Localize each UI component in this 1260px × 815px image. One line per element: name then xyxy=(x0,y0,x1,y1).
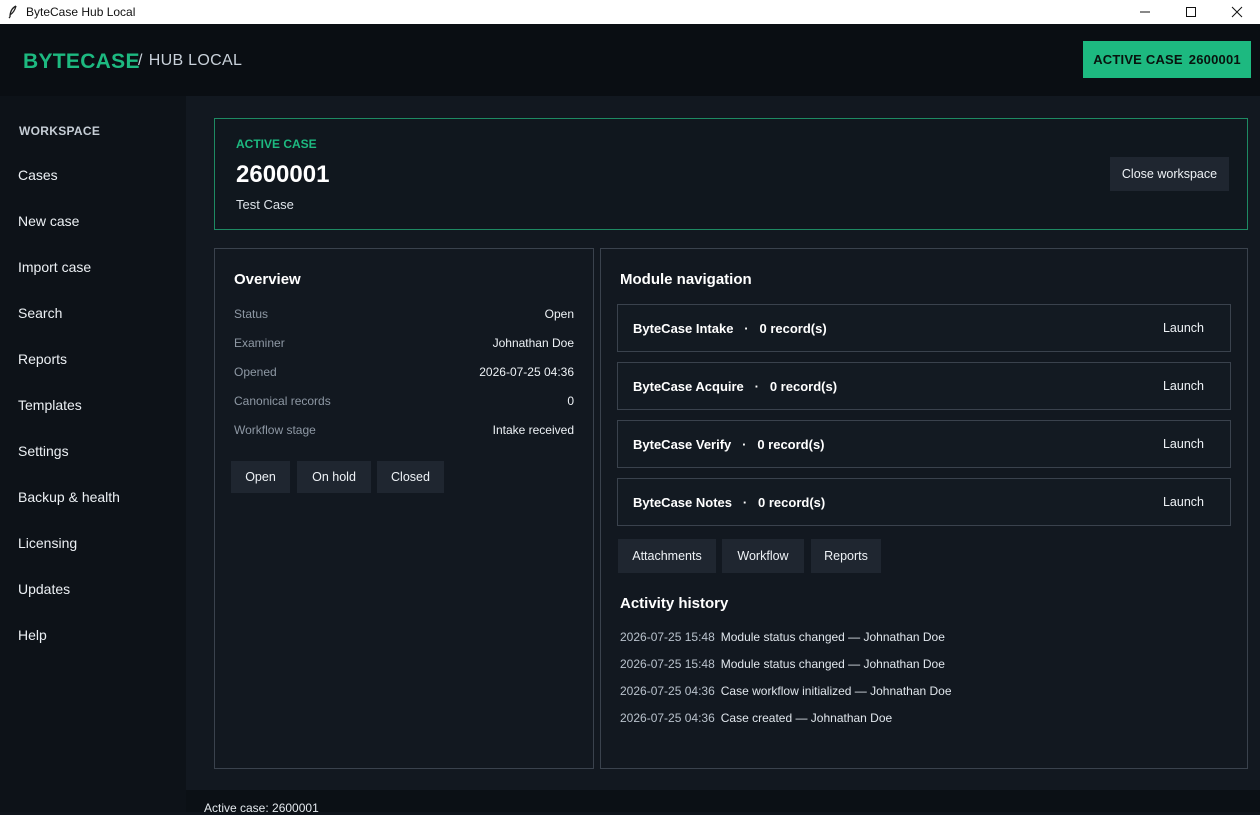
overview-row-opened: Opened 2026-07-25 04:36 xyxy=(234,365,574,379)
module-row-acquire: ByteCase Acquire · 0 record(s) Launch xyxy=(617,362,1231,410)
module-name: ByteCase Acquire xyxy=(633,379,744,394)
reports-button[interactable]: Reports xyxy=(811,539,881,573)
attachments-button[interactable]: Attachments xyxy=(618,539,716,573)
module-navigation-title: Module navigation xyxy=(620,271,752,288)
module-label: ByteCase Acquire · 0 record(s) xyxy=(633,379,837,394)
module-name: ByteCase Verify xyxy=(633,437,732,452)
module-row-intake: ByteCase Intake · 0 record(s) Launch xyxy=(617,304,1231,352)
overview-value: Open xyxy=(544,307,574,321)
overview-key: Opened xyxy=(234,365,277,379)
sidebar-item-settings[interactable]: Settings xyxy=(18,443,69,459)
launch-intake-button[interactable]: Launch xyxy=(1163,321,1204,335)
active-case-card: ACTIVE CASE 2600001 Test Case Close work… xyxy=(214,118,1248,230)
overview-key: Canonical records xyxy=(234,394,331,408)
app-header: BYTECASE / HUB LOCAL ACTIVE CASE 2600001 xyxy=(0,24,1260,96)
overview-key: Workflow stage xyxy=(234,423,316,437)
status-bar: Active case: 2600001 xyxy=(186,790,1260,815)
window-title: ByteCase Hub Local xyxy=(26,5,136,19)
activity-item: 2026-07-25 04:36 Case workflow initialize… xyxy=(620,684,952,698)
sidebar-item-cases[interactable]: Cases xyxy=(18,167,58,183)
overview-value: 2026-07-25 04:36 xyxy=(479,365,574,379)
sidebar: WORKSPACE Cases New case Import case Sea… xyxy=(0,96,186,812)
activity-item: 2026-07-25 15:48 Module status changed — … xyxy=(620,657,945,671)
activity-time: 2026-07-25 15:48 xyxy=(620,657,715,671)
activity-text: Case workflow initialized — Johnathan Do… xyxy=(720,684,952,698)
module-name: ByteCase Notes xyxy=(633,495,732,510)
module-records: 0 record(s) xyxy=(757,437,825,452)
activity-text: Module status changed — Johnathan Doe xyxy=(720,657,945,671)
active-case-badge: ACTIVE CASE 2600001 xyxy=(1083,41,1251,78)
window-titlebar: ByteCase Hub Local xyxy=(0,0,1260,24)
launch-verify-button[interactable]: Launch xyxy=(1163,437,1204,451)
module-label: ByteCase Intake · 0 record(s) xyxy=(633,321,827,336)
module-separator: · xyxy=(744,321,749,336)
overview-value: Intake received xyxy=(492,423,574,437)
overview-key: Status xyxy=(234,307,269,321)
module-navigation-panel: Module navigation ByteCase Intake · 0 re… xyxy=(600,248,1248,769)
sidebar-item-backup-health[interactable]: Backup & health xyxy=(18,489,120,505)
activity-time: 2026-07-25 04:36 xyxy=(620,711,715,725)
launch-acquire-button[interactable]: Launch xyxy=(1163,379,1204,393)
overview-value: 0 xyxy=(567,394,574,408)
sidebar-section-label: WORKSPACE xyxy=(19,124,101,138)
overview-row-workflow-stage: Workflow stage Intake received xyxy=(234,423,574,437)
overview-panel: Overview Status Open Examiner Johnathan … xyxy=(214,248,594,769)
sidebar-item-import-case[interactable]: Import case xyxy=(18,259,91,275)
overview-value: Johnathan Doe xyxy=(492,336,574,350)
feather-icon xyxy=(4,3,22,21)
minimize-icon xyxy=(1140,11,1150,13)
activity-item: 2026-07-25 15:48 Module status changed — … xyxy=(620,630,945,644)
brand-logo: BYTECASE xyxy=(23,50,140,73)
status-bar-text: Active case: 2600001 xyxy=(204,801,319,815)
sidebar-item-updates[interactable]: Updates xyxy=(18,581,70,597)
status-on-hold-button[interactable]: On hold xyxy=(297,461,371,493)
module-separator: · xyxy=(742,437,747,452)
overview-row-status: Status Open xyxy=(234,307,574,321)
close-window-button[interactable] xyxy=(1214,0,1260,24)
active-case-badge-value: 2600001 xyxy=(1188,52,1241,67)
module-records: 0 record(s) xyxy=(759,321,827,336)
activity-text: Module status changed — Johnathan Doe xyxy=(720,630,945,644)
brand-separator: / xyxy=(138,52,143,69)
module-row-verify: ByteCase Verify · 0 record(s) Launch xyxy=(617,420,1231,468)
sidebar-item-search[interactable]: Search xyxy=(18,305,62,321)
case-name: Test Case xyxy=(236,197,294,212)
overview-row-examiner: Examiner Johnathan Doe xyxy=(234,336,574,350)
close-workspace-button[interactable]: Close workspace xyxy=(1110,157,1229,191)
module-label: ByteCase Notes · 0 record(s) xyxy=(633,495,825,510)
module-separator: · xyxy=(742,495,748,510)
brand-subtitle-text: HUB LOCAL xyxy=(148,52,243,69)
status-closed-button[interactable]: Closed xyxy=(377,461,444,493)
activity-text: Case created — Johnathan Doe xyxy=(720,711,893,725)
launch-notes-button[interactable]: Launch xyxy=(1163,495,1204,509)
sidebar-item-new-case[interactable]: New case xyxy=(18,213,79,229)
module-name: ByteCase Intake xyxy=(633,321,734,336)
module-separator: · xyxy=(754,379,759,394)
close-icon xyxy=(1231,6,1243,18)
activity-history-title: Activity history xyxy=(620,595,729,612)
overview-key: Examiner xyxy=(234,336,285,350)
module-row-notes: ByteCase Notes · 0 record(s) Launch xyxy=(617,478,1231,526)
activity-time: 2026-07-25 04:36 xyxy=(620,684,715,698)
sidebar-item-templates[interactable]: Templates xyxy=(18,397,82,413)
overview-title: Overview xyxy=(234,271,301,288)
case-id: 2600001 xyxy=(236,161,330,188)
sidebar-item-reports[interactable]: Reports xyxy=(18,351,67,367)
brand-subtitle: / HUB LOCAL xyxy=(138,52,242,70)
active-case-eyebrow: ACTIVE CASE xyxy=(236,137,317,151)
maximize-button[interactable] xyxy=(1168,0,1214,24)
activity-item: 2026-07-25 04:36 Case created — Johnathan… xyxy=(620,711,892,725)
overview-row-canonical-records: Canonical records 0 xyxy=(234,394,574,408)
sidebar-item-licensing[interactable]: Licensing xyxy=(18,535,77,551)
active-case-badge-label: ACTIVE CASE xyxy=(1093,52,1183,67)
module-records: 0 record(s) xyxy=(769,379,838,394)
workflow-button[interactable]: Workflow xyxy=(722,539,804,573)
minimize-button[interactable] xyxy=(1122,0,1168,24)
maximize-icon xyxy=(1186,7,1196,17)
sidebar-item-help[interactable]: Help xyxy=(18,627,47,643)
activity-time: 2026-07-25 15:48 xyxy=(620,630,715,644)
module-records: 0 record(s) xyxy=(758,495,826,510)
module-label: ByteCase Verify · 0 record(s) xyxy=(633,437,825,452)
status-open-button[interactable]: Open xyxy=(231,461,290,493)
